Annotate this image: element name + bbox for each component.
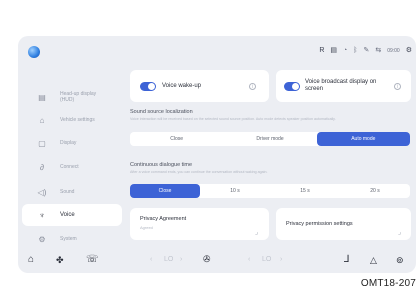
apps-grid-icon[interactable]: ✤ bbox=[56, 255, 64, 266]
sidebar-item-system[interactable]: ⚙ System bbox=[22, 228, 122, 250]
sidebar-item-connect[interactable]: ∂ Connect bbox=[22, 156, 122, 178]
corner-arrow-icon: ⌟ bbox=[398, 229, 402, 236]
sidebar-item-voice[interactable]: ♆ Voice bbox=[22, 204, 122, 226]
dialogue-time-title: Continuous dialogue time bbox=[130, 162, 193, 168]
voice-wakeup-toggle[interactable] bbox=[140, 82, 156, 91]
infotainment-screen: R ▤ ◔ ᛒ ✎ ⇆ 09:00 ⚙ ▤ Head-up display (H… bbox=[18, 36, 416, 273]
signal-icon: ◔ bbox=[343, 47, 348, 54]
status-icons: R ▤ ◔ ᛒ ✎ ⇆ 09:00 ⚙ bbox=[319, 46, 412, 56]
phone-icon[interactable]: ☏ bbox=[86, 254, 99, 265]
sidebar-item-label: System bbox=[60, 236, 77, 242]
dialogue-time-option-15s[interactable]: 15 s bbox=[270, 184, 340, 198]
link-icon: ∂ bbox=[40, 162, 44, 172]
voice-broadcast-label: Voice broadcast display on screen bbox=[305, 79, 377, 92]
sidebar-item-label: Sound bbox=[60, 189, 75, 195]
microphone-icon: ♆ bbox=[39, 210, 45, 220]
dialogue-time-option-close[interactable]: Close bbox=[130, 184, 200, 198]
clock: 09:00 bbox=[387, 48, 400, 54]
steering-wheel-icon[interactable]: ⊚ bbox=[396, 255, 404, 266]
sidebar-item-vehicle-settings[interactable]: ⌂ Vehicle settings bbox=[22, 109, 122, 131]
left-temperature: LO bbox=[164, 256, 174, 263]
sound-source-selector: Close Driver mode Auto mode bbox=[130, 132, 410, 146]
sound-source-option-auto[interactable]: Auto mode bbox=[316, 132, 410, 146]
seat-icon[interactable]: ⅃ bbox=[344, 254, 350, 265]
hud-icon: ▤ bbox=[38, 92, 46, 102]
dialogue-time-option-20s[interactable]: 20 s bbox=[340, 184, 410, 198]
figure-code: OMT18-207 bbox=[360, 278, 416, 289]
dialogue-time-description: After a voice command ends, you can cont… bbox=[130, 170, 268, 174]
sound-source-description: Voice interaction will be received based… bbox=[130, 117, 336, 121]
info-icon[interactable]: i bbox=[394, 83, 401, 90]
temp-left-increase[interactable]: › bbox=[180, 256, 182, 263]
bluetooth-icon: ᛒ bbox=[353, 47, 358, 54]
sidebar-item-label: Voice bbox=[60, 212, 75, 218]
info-icon[interactable]: i bbox=[249, 83, 256, 90]
sidebar-item-label: Display bbox=[60, 140, 77, 146]
message-icon[interactable]: ▤ bbox=[330, 46, 337, 56]
sound-source-option-driver[interactable]: Driver mode bbox=[223, 132, 316, 146]
privacy-permission-title: Privacy permission settings bbox=[286, 221, 353, 227]
voice-broadcast-card: Voice broadcast display on screen i bbox=[276, 70, 411, 102]
privacy-permission-card[interactable]: Privacy permission settings ⌟ bbox=[276, 208, 411, 240]
temp-right-increase[interactable]: › bbox=[280, 256, 282, 263]
sidebar-item-label: Connect bbox=[60, 164, 79, 170]
sidebar-item-hud[interactable]: ▤ Head-up display (HUD) bbox=[22, 86, 122, 108]
defrost-icon[interactable]: △ bbox=[370, 255, 377, 266]
status-bar: R ▤ ◔ ᛒ ✎ ⇆ 09:00 ⚙ bbox=[18, 36, 416, 66]
privacy-agreement-card[interactable]: Privacy Agreement Agreed ⌟ bbox=[130, 208, 269, 240]
voice-broadcast-toggle[interactable] bbox=[284, 82, 300, 91]
sidebar-item-label: Vehicle settings bbox=[60, 117, 95, 123]
temp-right-decrease[interactable]: ‹ bbox=[248, 256, 250, 263]
transfer-icon: ⇆ bbox=[375, 47, 382, 54]
sidebar-item-label: Head-up display (HUD) bbox=[60, 91, 97, 103]
home-icon[interactable]: ⌂ bbox=[28, 254, 34, 265]
sound-source-title: Sound source localization bbox=[130, 109, 193, 115]
speaker-icon: ◁) bbox=[37, 187, 47, 197]
car-icon: ⌂ bbox=[39, 115, 45, 125]
right-temperature: LO bbox=[262, 256, 272, 263]
profile-r-icon[interactable]: R bbox=[319, 46, 324, 56]
system-gear-icon: ⚙ bbox=[38, 234, 46, 244]
sidebar-item-sound[interactable]: ◁) Sound bbox=[22, 181, 122, 203]
app-logo-icon bbox=[28, 46, 40, 58]
sidebar-item-display[interactable]: ▢ Display bbox=[22, 132, 122, 154]
privacy-agreement-status: Agreed bbox=[140, 225, 153, 230]
edit-icon: ✎ bbox=[363, 47, 370, 54]
corner-arrow-icon: ⌟ bbox=[255, 229, 259, 236]
sound-source-option-close[interactable]: Close bbox=[130, 132, 223, 146]
temp-left-decrease[interactable]: ‹ bbox=[150, 256, 152, 263]
dialogue-time-option-10s[interactable]: 10 s bbox=[200, 184, 270, 198]
bottom-bar: ⌂ ✤ ☏ ‹ LO › ✇ ‹ LO › ⅃ △ ⊚ bbox=[18, 249, 416, 273]
fan-icon[interactable]: ✇ bbox=[203, 254, 211, 265]
display-icon: ▢ bbox=[38, 138, 46, 148]
settings-gear-icon[interactable]: ⚙ bbox=[406, 46, 412, 56]
dialogue-time-selector: Close 10 s 15 s 20 s bbox=[130, 184, 410, 198]
voice-wakeup-card: Voice wake-up i bbox=[130, 70, 269, 102]
privacy-agreement-title: Privacy Agreement bbox=[140, 216, 187, 222]
voice-wakeup-label: Voice wake-up bbox=[162, 83, 202, 89]
